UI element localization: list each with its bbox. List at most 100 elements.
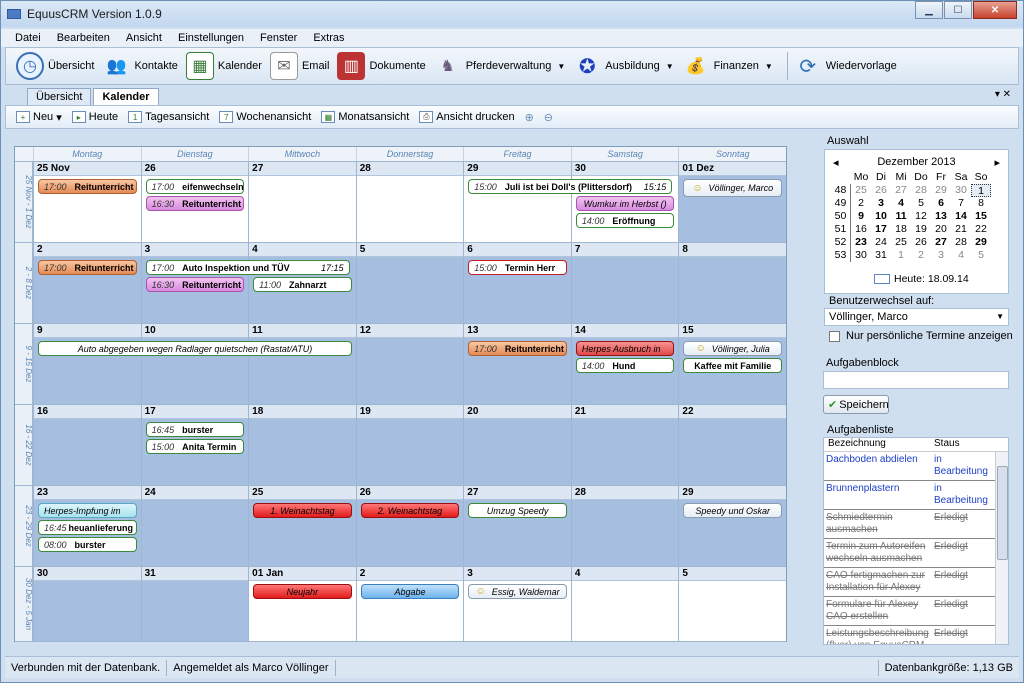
day-cell[interactable]: 27 Umzug Speedy	[463, 486, 571, 567]
calendar-event[interactable]: ☺ Völlinger, Marco	[683, 179, 782, 197]
mini-day[interactable]: 22	[971, 223, 991, 236]
task-row[interactable]: CAO fertigmachen zur Installation für Al…	[824, 568, 1008, 597]
task-row[interactable]: Formulare für Alexey CAO erstellen Erledi…	[824, 597, 1008, 626]
calendar-event[interactable]: ☺ Völlinger, Julia	[683, 341, 782, 356]
mini-day[interactable]: 1	[891, 249, 911, 262]
mini-day[interactable]: 28	[951, 236, 971, 249]
day-cell[interactable]: 21	[570, 405, 679, 486]
tab-controls[interactable]: ▾ ✕	[995, 89, 1011, 100]
task-row[interactable]: Dachboden abdielen in Bearbeitung	[824, 452, 1008, 481]
mini-day[interactable]: 11	[891, 210, 911, 223]
calendar-event[interactable]: 17:00 Auto Inspektion und TÜV 17:15	[145, 260, 350, 275]
mini-day[interactable]: 9	[851, 210, 871, 223]
day-cell[interactable]: 8	[678, 243, 786, 324]
mini-day[interactable]: 17	[871, 223, 891, 236]
mini-day[interactable]: 7	[951, 197, 971, 210]
calendar-event[interactable]: Abgabe	[360, 584, 460, 599]
day-cell[interactable]: 30	[33, 567, 141, 642]
mini-day[interactable]: 25	[851, 184, 871, 197]
calendar-event[interactable]: 16:45 heuanlieferung	[38, 520, 137, 535]
toolbar-ausbildung[interactable]: ✪ Ausbildung ▼	[573, 52, 674, 80]
calendar-event[interactable]: 16:30 Reitunterricht	[145, 277, 245, 292]
mini-day[interactable]: 16	[851, 223, 871, 236]
taskblock-input[interactable]	[823, 371, 1009, 389]
calendar-event[interactable]: Wumkur im Herbst ()	[575, 196, 675, 211]
day-cell[interactable]: 15 ☺ Völlinger, Julia Kaffee mit Familie	[678, 324, 786, 405]
toolbar-kontakte[interactable]: 👥 Kontakte	[102, 52, 178, 80]
mini-day[interactable]: 3	[871, 197, 891, 210]
day-cell[interactable]: 2 17:00 Reitunterricht	[33, 243, 141, 324]
mini-day[interactable]: 3	[931, 249, 951, 262]
day-cell[interactable]: 4 11:00 Zahnarzt	[248, 243, 356, 324]
print-view-button[interactable]: ⎙ Ansicht drucken	[419, 111, 515, 123]
close-button[interactable]: ✕	[973, 1, 1017, 19]
toolbar-uebersicht[interactable]: ◷ Übersicht	[16, 52, 94, 80]
calendar-event[interactable]: Umzug Speedy	[468, 503, 567, 518]
day-cell[interactable]: 24	[140, 486, 249, 567]
calendar-event[interactable]: 16:30 Reitunterricht	[145, 196, 245, 211]
day-cell[interactable]: 9 Auto abgegeben wegen Radlager quietsch…	[33, 324, 352, 405]
mini-day[interactable]: 20	[931, 223, 951, 236]
calendar-event[interactable]: 15:00 Juli ist bei Doll's (Plittersdorf) 1…	[468, 179, 673, 194]
day-cell[interactable]: 5	[355, 243, 464, 324]
calendar-event[interactable]: Herpes-Impfung im	[38, 503, 137, 518]
day-cell[interactable]: 14 Herpes Ausbruch in 14:00 Hund	[570, 324, 679, 405]
toolbar-pferdeverwaltung[interactable]: ♞ Pferdeverwaltung ▼	[434, 52, 566, 80]
mini-day[interactable]: 25	[891, 236, 911, 249]
day-cell[interactable]: 11	[248, 324, 356, 405]
task-row[interactable]: Schmiedtermin ausmachen Erledigt	[824, 510, 1008, 539]
month-view-button[interactable]: ▦ Monatsansicht	[321, 111, 409, 123]
mini-day[interactable]: 30	[851, 249, 871, 262]
save-button[interactable]: ✔ Speichern	[823, 395, 889, 414]
tab-uebersicht[interactable]: Übersicht	[27, 88, 92, 105]
task-row[interactable]: Brunnenplastern in Bearbeitung	[824, 481, 1008, 510]
zoom-out-button[interactable]: ⊖	[544, 111, 553, 124]
mini-day[interactable]: 4	[951, 249, 971, 262]
mini-day[interactable]: 27	[931, 236, 951, 249]
toolbar-email[interactable]: ✉ Email	[269, 52, 329, 80]
calendar-event[interactable]: Herpes Ausbruch in	[575, 341, 675, 356]
calendar-event[interactable]: 17:00 Reitunterricht	[468, 341, 567, 356]
day-cell[interactable]: 29 Speedy und Oskar	[678, 486, 786, 567]
column-header[interactable]: Staus	[930, 438, 960, 451]
menu-fenster[interactable]: Fenster	[260, 32, 297, 44]
minimize-button[interactable]: ▁	[915, 1, 943, 19]
calendar-event[interactable]: ☺ Essig, Waldemar	[468, 584, 567, 599]
day-cell[interactable]: 01 Dez ☺ Völlinger, Marco	[678, 162, 786, 243]
tab-kalender[interactable]: Kalender	[93, 88, 159, 105]
day-cell[interactable]: 01 Jan Neujahr	[248, 567, 356, 642]
day-cell[interactable]: 17 16:45 burster 15:00 Anita Termin	[140, 405, 249, 486]
day-cell[interactable]: 3 17:00 Auto Inspektion und TÜV 17:15 16:3…	[140, 243, 350, 324]
day-cell[interactable]: 27	[248, 162, 356, 243]
toolbar-kalender[interactable]: ▦ Kalender	[185, 52, 262, 80]
day-cell[interactable]: 16	[33, 405, 141, 486]
task-row[interactable]: Termin zum Autoreifen wechseln ausmachen…	[824, 539, 1008, 568]
day-cell[interactable]: 19	[355, 405, 464, 486]
mini-day[interactable]: 5	[911, 197, 931, 210]
calendar-event[interactable]: 16:45 burster	[145, 422, 245, 437]
calendar-event[interactable]: 17:00 Reitunterricht	[38, 179, 137, 194]
mini-day[interactable]: 2	[851, 197, 871, 210]
toolbar-dokumente[interactable]: ▥ Dokumente	[337, 52, 426, 80]
dropdown-arrow-icon[interactable]: ▼	[557, 62, 565, 71]
mini-day[interactable]: 10	[871, 210, 891, 223]
user-select[interactable]: Völlinger, Marco ▼	[824, 308, 1009, 326]
day-cell[interactable]: 26 17:00 eifenwechseln 16:30 Reitunterrich…	[140, 162, 249, 243]
calendar-event[interactable]: 17:00 Reitunterricht	[38, 260, 137, 275]
mini-day[interactable]: 6	[931, 197, 951, 210]
menu-ansicht[interactable]: Ansicht	[126, 32, 162, 44]
mini-day[interactable]: 29	[931, 184, 951, 197]
calendar-event[interactable]: Neujahr	[253, 584, 352, 599]
day-cell[interactable]: 30 Wumkur im Herbst () 14:00 Eröffnung	[570, 162, 679, 243]
day-cell[interactable]: 18	[248, 405, 356, 486]
mini-day[interactable]: 18	[891, 223, 911, 236]
day-cell[interactable]: 13 17:00 Reitunterricht	[463, 324, 571, 405]
day-cell[interactable]: 12	[355, 324, 464, 405]
toolbar-finanzen[interactable]: 💰 Finanzen ▼	[682, 52, 773, 80]
maximize-button[interactable]: ☐	[944, 1, 972, 19]
day-cell[interactable]: 25 Nov 17:00 Reitunterricht	[33, 162, 141, 243]
mini-day[interactable]: 13	[931, 210, 951, 223]
mini-day[interactable]: 27	[891, 184, 911, 197]
dropdown-arrow-icon[interactable]: ▼	[666, 62, 674, 71]
mini-day[interactable]: 4	[891, 197, 911, 210]
